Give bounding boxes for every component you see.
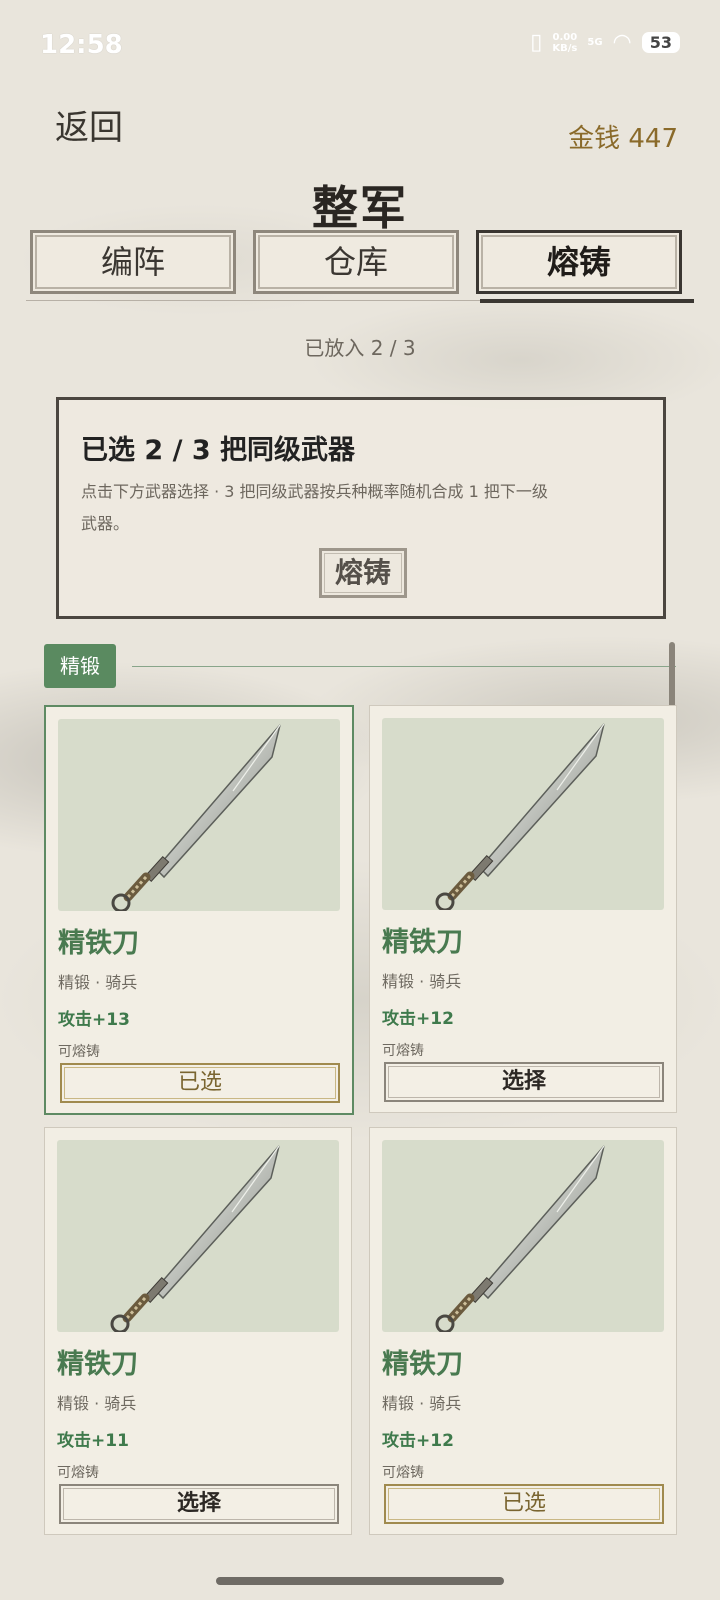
weapon-select-button[interactable]: 已选 [384,1484,664,1524]
weapon-meta: 精锻 · 骑兵 [57,1394,137,1413]
forge-panel: 已选 2 / 3 把同级武器 点击下方武器选择 · 3 把同级武器按兵种概率随机… [56,397,666,619]
weapon-meta: 精锻 · 骑兵 [58,973,138,992]
signal-icon: 5G [587,37,603,48]
weapon-card[interactable]: 精铁刀 精锻 · 骑兵 攻击+11 可熔铸 选择 [44,1127,352,1535]
wifi-icon: ◠ [612,30,632,55]
weapon-note: 可熔铸 [57,1465,99,1481]
weapon-name: 精铁刀 [58,928,139,959]
weapon-image [58,719,340,911]
group-divider [132,666,676,667]
money-display: 金钱 447 [568,124,678,154]
tab-formation[interactable]: 编阵 [30,230,236,294]
tab-forge[interactable]: 熔铸 [476,230,682,294]
weapon-attack: 攻击+12 [382,1431,454,1451]
weapon-image [382,1140,664,1332]
forge-panel-title: 已选 2 / 3 把同级武器 [81,435,356,466]
weapon-meta: 精锻 · 骑兵 [382,1394,462,1413]
network-speed: 0.00 KB/s [552,31,578,54]
weapon-note: 可熔铸 [58,1044,100,1060]
weapon-attack: 攻击+12 [382,1009,454,1029]
weapon-select-button[interactable]: 选择 [384,1062,664,1102]
vibrate-icon: ▯ [530,30,543,55]
weapon-card[interactable]: 精铁刀 精锻 · 骑兵 攻击+12 可熔铸 已选 [369,1127,677,1535]
weapon-attack: 攻击+11 [57,1431,129,1451]
weapon-select-button[interactable]: 选择 [59,1484,339,1524]
weapon-image [57,1140,339,1332]
weapon-note: 可熔铸 [382,1043,424,1059]
home-indicator[interactable] [216,1577,504,1585]
weapon-card[interactable]: 精铁刀 精锻 · 骑兵 攻击+13 可熔铸 已选 [44,705,354,1115]
weapon-name: 精铁刀 [57,1349,138,1380]
weapon-image [382,718,664,910]
tab-bar: 编阵 仓库 熔铸 [30,230,690,294]
back-button[interactable]: 返回 [55,100,123,149]
status-time: 12:58 [40,30,123,60]
tab-warehouse[interactable]: 仓库 [253,230,459,294]
forge-button[interactable]: 熔铸 [319,548,407,598]
tab-active-indicator [480,299,694,303]
weapon-note: 可熔铸 [382,1465,424,1481]
battery-icon: 53 [641,32,680,53]
weapon-select-button[interactable]: 已选 [60,1063,340,1103]
forge-panel-description: 点击下方武器选择 · 3 把同级武器按兵种概率随机合成 1 把下一级武器。 [81,482,548,533]
group-tag: 精锻 [44,644,116,688]
weapon-name: 精铁刀 [382,927,463,958]
status-bar: 12:58 ▯ 0.00 KB/s 5G ◠ 53 [0,0,720,90]
weapon-name: 精铁刀 [382,1349,463,1380]
weapon-meta: 精锻 · 骑兵 [382,972,462,991]
placed-count: 已放入 2 / 3 [304,336,416,360]
page-title: 整军 [312,181,408,235]
weapon-card[interactable]: 精铁刀 精锻 · 骑兵 攻击+12 可熔铸 选择 [369,705,677,1113]
weapon-attack: 攻击+13 [58,1010,130,1030]
status-icons: ▯ 0.00 KB/s 5G ◠ 53 [530,30,680,55]
